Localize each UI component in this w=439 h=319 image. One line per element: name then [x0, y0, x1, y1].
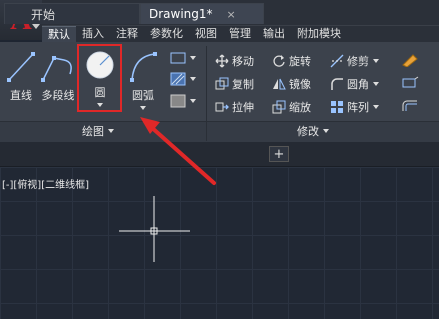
close-icon[interactable]: × [227, 8, 236, 21]
line-icon [7, 52, 35, 82]
stretch-label: 拉伸 [232, 101, 254, 114]
chevron-down-icon [190, 56, 196, 60]
stretch-button[interactable]: 拉伸 [215, 99, 254, 115]
draw-panel-title[interactable]: 绘图 [82, 122, 114, 140]
stretch-icon [215, 102, 229, 112]
tab-default[interactable]: 默认 [42, 26, 76, 42]
scale-label: 缩放 [289, 101, 311, 114]
fillet-button[interactable]: 圆角 [330, 76, 380, 92]
modify-panel-label: 修改 [297, 125, 319, 138]
chevron-down-icon [373, 105, 379, 109]
copy-icon [215, 77, 229, 90]
new-tab-button[interactable]: + [269, 146, 289, 162]
chevron-down-icon [108, 129, 114, 133]
gradient-tool-button[interactable] [170, 94, 197, 108]
trim-button[interactable]: 修剪 [330, 53, 380, 69]
document-tabs [0, 142, 439, 167]
hatch-tool-button[interactable] [170, 72, 197, 86]
line-label: 直线 [10, 89, 32, 102]
tab-drawing1[interactable]: Drawing1* × [140, 3, 264, 24]
chevron-down-icon [373, 82, 379, 86]
fillet-icon [331, 78, 343, 90]
panel-divider [206, 122, 207, 141]
trim-label: 修剪 [347, 55, 369, 68]
tab-drawing1-label: Drawing1* [149, 7, 213, 21]
modify-panel-title[interactable]: 修改 [297, 122, 329, 140]
chevron-down-icon [32, 24, 40, 29]
copy-button[interactable]: 复制 [215, 76, 254, 92]
scale-icon [272, 100, 286, 114]
fillet-label: 圆角 [347, 78, 369, 91]
array-icon [331, 101, 343, 113]
tab-start-label: 开始 [31, 7, 56, 22]
mirror-button[interactable]: 镜像 [272, 76, 311, 92]
erase-button[interactable] [401, 53, 419, 67]
explode-icon [402, 76, 419, 88]
arc-button[interactable]: 圆弧 [128, 50, 158, 110]
array-button[interactable]: 阵列 [330, 99, 380, 115]
circle-highlight-box [77, 44, 122, 112]
polyline-icon [41, 56, 72, 82]
chevron-down-icon[interactable] [140, 106, 146, 110]
rotate-button[interactable]: 旋转 [272, 53, 311, 69]
tab-addins[interactable]: 附加模块 [291, 26, 347, 42]
tab-parametric[interactable]: 参数化 [144, 26, 189, 42]
line-button[interactable]: 直线 [6, 50, 36, 103]
tab-view[interactable]: 视图 [189, 26, 223, 42]
scale-button[interactable]: 缩放 [272, 99, 311, 115]
offset-icon [402, 100, 417, 111]
rotate-label: 旋转 [289, 55, 311, 68]
tab-insert[interactable]: 插入 [76, 26, 110, 42]
mirror-label: 镜像 [289, 78, 311, 91]
rectangle-icon [170, 52, 186, 64]
polyline-label: 多段线 [41, 89, 75, 102]
draw-panel-label: 绘图 [82, 125, 104, 138]
tab-output[interactable]: 输出 [257, 26, 291, 42]
tab-manage[interactable]: 管理 [223, 26, 257, 42]
chevron-down-icon [373, 59, 379, 63]
copy-label: 复制 [232, 78, 254, 91]
chevron-down-icon [190, 99, 196, 103]
rectangle-tool-button[interactable] [170, 52, 197, 64]
chevron-down-icon [323, 129, 329, 133]
chevron-down-icon [190, 77, 196, 81]
offset-button[interactable] [401, 99, 419, 113]
tab-start[interactable]: 开始 [4, 3, 140, 24]
hatch-icon [170, 72, 186, 86]
panel-titles-bar [0, 121, 439, 142]
explode-button[interactable] [401, 76, 419, 90]
array-label: 阵列 [347, 101, 369, 114]
mirror-icon [273, 78, 286, 90]
move-icon [215, 54, 229, 68]
erase-icon [402, 54, 418, 67]
tab-annotate[interactable]: 注释 [110, 26, 144, 42]
gradient-icon [170, 94, 186, 108]
arc-icon [130, 52, 157, 82]
polyline-button[interactable]: 多段线 [40, 50, 76, 103]
viewport-controls-label[interactable]: [-][俯视][二维线框] [2, 176, 89, 191]
arc-label: 圆弧 [132, 89, 154, 102]
move-label: 移动 [232, 55, 254, 68]
ribbon-tabs: 默认 插入 注释 参数化 视图 管理 输出 附加模块 [42, 26, 439, 42]
move-button[interactable]: 移动 [215, 53, 254, 69]
rotate-icon [273, 55, 285, 67]
trim-icon [330, 54, 344, 68]
